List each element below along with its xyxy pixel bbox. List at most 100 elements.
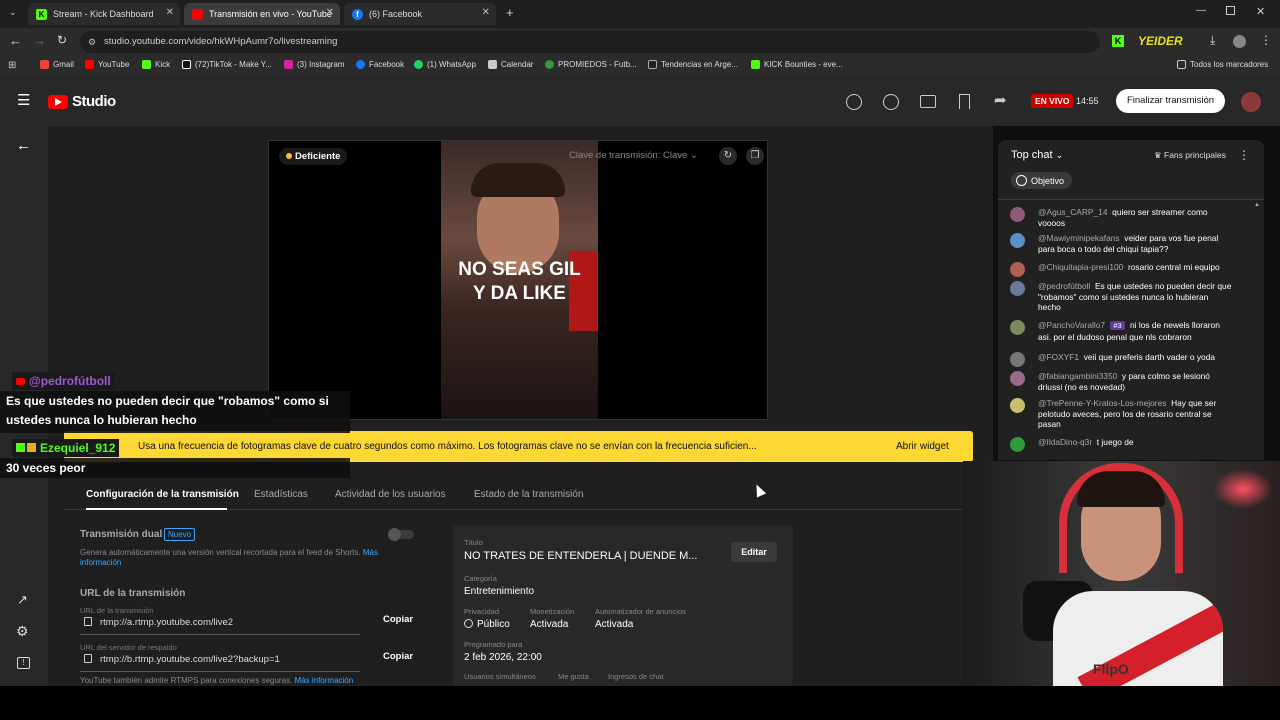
chat-username[interactable]: @TrePenne-Y-Kratos-Los-mejores [1038, 398, 1166, 408]
tab-statistics[interactable]: Estadísticas [254, 489, 308, 500]
chat-message: @pedrofútboll Es que ustedes no pueden d… [1010, 281, 1232, 313]
url-input[interactable]: ⚙ studio.youtube.com/video/hkWHpAumr7o/l… [80, 31, 1100, 53]
open-widget-button[interactable]: Abrir widget [896, 441, 949, 452]
chat-username[interactable]: @FOXYF1 [1038, 352, 1079, 362]
bookmark-tiktok[interactable]: (72)TikTok - Make Y... [182, 60, 272, 69]
backup-field-label: URL del servidor de respaldo [80, 643, 177, 652]
channel-avatar[interactable] [1241, 92, 1261, 112]
tab-youtube-live[interactable]: Transmisión en vivo - YouTube ✕ [184, 3, 340, 25]
copy-url-button[interactable]: Copiar [383, 614, 413, 625]
reload-icon[interactable]: ↻ [57, 33, 67, 47]
chat-message: @FOXYF1 veii que preferis darth vader o … [1010, 352, 1232, 367]
bookmark-facebook[interactable]: Facebook [356, 60, 404, 69]
bookmark-label: (1) WhatsApp [427, 60, 476, 69]
maximize-button[interactable] [1226, 6, 1235, 15]
open-external-icon[interactable]: ↗ [17, 592, 28, 608]
chat-menu-icon[interactable]: ⋮ [1238, 148, 1250, 162]
back-icon[interactable]: ← [9, 33, 22, 48]
hamburger-menu-icon[interactable]: ☰ [17, 91, 30, 109]
bookmark-calendar[interactable]: Calendar [488, 60, 533, 69]
new-tab-button[interactable]: + [506, 5, 514, 20]
share-icon[interactable]: ➦ [994, 91, 1007, 109]
copy-icon[interactable]: ❐ [746, 147, 764, 165]
chat-username[interactable]: @pedrofútboll [1038, 281, 1090, 291]
chat-username[interactable]: @PanchoVarallo7 [1038, 320, 1105, 330]
tab-list-chevron-icon[interactable]: ⌄ [9, 7, 17, 18]
close-icon[interactable]: ✕ [326, 7, 334, 18]
likes-label: Me gusta [558, 672, 589, 681]
bookmark-label: KICK Bounties - eve... [764, 60, 843, 69]
bookmark-youtube[interactable]: YouTube [85, 60, 129, 69]
overlay-text-line-1: Es que ustedes no pueden decir que "roba… [6, 394, 329, 408]
chat-message: @IldaDino-q3r t juego de [1010, 437, 1232, 452]
avatar [1010, 262, 1025, 277]
chat-income-label: Ingresos de chat [608, 672, 664, 681]
dual-stream-toggle[interactable] [388, 528, 414, 541]
tab-label: Transmisión en vivo - YouTube [209, 9, 332, 19]
close-icon[interactable]: ✕ [482, 7, 490, 18]
stream-tabs: Configuración de la transmisión Estadíst… [64, 480, 962, 510]
refresh-icon[interactable]: ↻ [719, 147, 737, 165]
chat-username[interactable]: @IldaDino-q3r [1038, 437, 1092, 447]
tab-stream-settings[interactable]: Configuración de la transmisión [86, 489, 239, 500]
webcam-overlay: FlipO [963, 461, 1280, 686]
download-icon[interactable]: ⤓ [1210, 33, 1215, 48]
privacy-label: Privacidad [464, 607, 500, 616]
chat-scrollbar[interactable]: ▲ [1254, 202, 1260, 460]
top-fans-button[interactable]: ♛ Fans principales [1154, 150, 1226, 161]
video-settings-icon[interactable] [920, 95, 936, 108]
avatar [1010, 371, 1025, 386]
chat-mode-select[interactable]: Top chat ⌄ [1011, 149, 1063, 161]
apps-icon[interactable]: ⊞ [8, 60, 16, 71]
close-window-button[interactable]: ✕ [1256, 5, 1265, 18]
menu-icon[interactable]: ⋮ [1260, 33, 1272, 47]
globe-icon [464, 619, 473, 628]
chat-username[interactable]: @Mawiyminipekafans [1038, 233, 1120, 243]
stream-key-select[interactable]: Clave de transmisión: Clave ⌄ [569, 150, 698, 161]
feedback-icon[interactable]: ! [17, 657, 30, 669]
bookmark-whatsapp[interactable]: (1) WhatsApp [414, 60, 476, 69]
close-icon[interactable]: ✕ [166, 7, 174, 18]
monetization-icon[interactable] [846, 94, 862, 110]
edit-button[interactable]: Editar [731, 542, 777, 562]
profile-label[interactable]: YEIDER [1138, 34, 1183, 48]
overlay-user-tag: Ezequiel_912 [12, 439, 120, 457]
tab-user-activity[interactable]: Actividad de los usuarios [335, 489, 446, 500]
chat-username[interactable]: @Agus_CARP_14 [1038, 207, 1108, 217]
tab-facebook[interactable]: f (6) Facebook ✕ [344, 3, 496, 25]
goal-chip[interactable]: Objetivo [1011, 172, 1073, 189]
avatar[interactable] [1233, 35, 1246, 48]
copy-backup-button[interactable]: Copiar [383, 651, 413, 662]
site-info-icon[interactable]: ⚙ [88, 31, 96, 53]
dollar-icon[interactable] [883, 94, 899, 110]
bookmark-kick-bounties[interactable]: KICK Bounties - eve... [751, 60, 843, 69]
rtmps-more-link[interactable]: Más información [295, 676, 354, 685]
preview-hair [471, 163, 565, 197]
all-bookmarks[interactable]: Todos los marcadores [1177, 60, 1268, 69]
bookmark-gmail[interactable]: Gmail [40, 60, 74, 69]
studio-logo[interactable]: Studio [48, 93, 116, 110]
lock-icon [84, 617, 92, 626]
tab-kick-dashboard[interactable]: K Stream - Kick Dashboard ✕ [28, 3, 180, 25]
url-text: studio.youtube.com/video/hkWHpAumr7o/liv… [104, 36, 338, 47]
calendar-icon [488, 60, 497, 69]
chat-username[interactable]: @fabiangambini3350 [1038, 371, 1117, 381]
tab-stream-health[interactable]: Estado de la transmisión [474, 489, 584, 500]
kick-extension-icon[interactable]: K [1112, 35, 1124, 47]
bookmark-kick[interactable]: Kick [142, 60, 170, 69]
forward-icon[interactable]: → [33, 33, 46, 48]
end-stream-button[interactable]: Finalizar transmisión [1116, 89, 1225, 113]
bookmark-icon[interactable] [959, 94, 970, 109]
avatar [1010, 320, 1025, 335]
bookmark-label: YouTube [98, 60, 130, 69]
chat-username[interactable]: @Chiquitapia-presi100 [1038, 262, 1123, 272]
tab-label: (6) Facebook [369, 9, 423, 19]
bookmark-instagram[interactable]: (3) Instagram [284, 60, 345, 69]
settings-gear-icon[interactable]: ⚙ [16, 623, 29, 640]
minimize-button[interactable]: — [1196, 5, 1206, 16]
bookmark-x[interactable]: Tendencias en Arge... [648, 60, 738, 69]
bookmark-promiedos[interactable]: PROMIEDOS - Futb... [545, 60, 637, 69]
kick-icon [16, 443, 25, 452]
stream-url-value: rtmp://a.rtmp.youtube.com/live2 [100, 617, 234, 628]
back-arrow-icon[interactable]: ← [16, 137, 31, 154]
